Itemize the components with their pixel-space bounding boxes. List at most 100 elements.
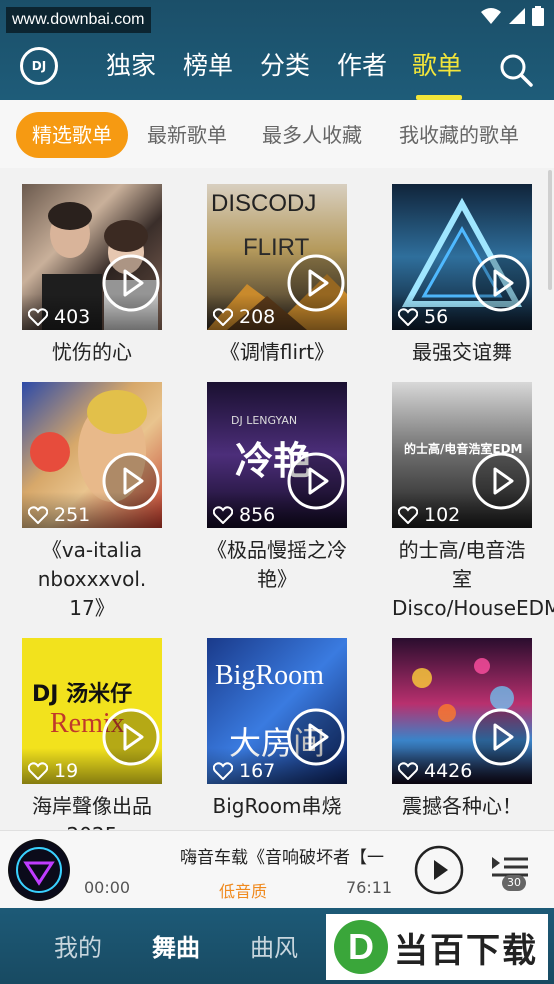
tab-authors[interactable]: 作者 bbox=[337, 48, 387, 84]
app-header: www.downbai.com DJ 独家 榜单 分类 作者 歌单 bbox=[0, 0, 554, 100]
likes-value: 4426 bbox=[424, 760, 473, 782]
heart-icon bbox=[398, 308, 418, 326]
likes-count: 102 bbox=[398, 504, 460, 526]
playlist-cover[interactable]: 403 bbox=[22, 184, 162, 330]
subtab-featured[interactable]: 精选歌单 bbox=[16, 112, 128, 158]
heart-icon bbox=[213, 506, 233, 524]
heart-icon bbox=[28, 762, 48, 780]
likes-count: 4426 bbox=[398, 760, 472, 782]
playlist-title[interactable]: BigRoom串烧 bbox=[207, 792, 347, 821]
playlist-grid: 403 忧伤的心 DISCODJ FLIRT 208 《调情flirt》 56 … bbox=[0, 168, 554, 830]
playlist-cover[interactable]: 的士高/电音浩室EDM 102 bbox=[392, 382, 532, 528]
playlist-title[interactable]: 《va-italia nboxxxvol. 17》 bbox=[22, 536, 162, 623]
subtab-latest[interactable]: 最新歌单 bbox=[147, 112, 227, 158]
status-icons bbox=[480, 6, 544, 26]
playlist-cover[interactable]: 251 bbox=[22, 382, 162, 528]
likes-value: 167 bbox=[239, 760, 276, 782]
playlist-card[interactable]: 403 忧伤的心 bbox=[22, 184, 162, 367]
playlist-card[interactable]: DJ 汤米仔 Remix 19 海岸聲像出品2025 bbox=[22, 638, 162, 830]
playlist-card[interactable]: 4426 震撼各种心！ bbox=[392, 638, 532, 821]
cover-text-top: DJ 汤米仔 bbox=[32, 682, 133, 707]
tab-charts[interactable]: 榜单 bbox=[183, 48, 233, 84]
likes-count: 56 bbox=[398, 306, 448, 328]
top-nav: DJ 独家 榜单 分类 作者 歌单 bbox=[0, 40, 554, 100]
likes-count: 403 bbox=[28, 306, 90, 328]
playlist-title[interactable]: 忧伤的心 bbox=[22, 338, 162, 367]
playlist-card[interactable]: DJ LENGYAN 冷艳 856 《极品慢摇之冷艳》 bbox=[207, 382, 347, 594]
mini-player[interactable]: 嗨音车载《音响破坏者【一 00:00 低音质 76:11 30 bbox=[0, 830, 554, 908]
bottom-nav: 我的 舞曲 曲风 D 当百下载 bbox=[0, 908, 554, 984]
heart-icon bbox=[28, 308, 48, 326]
queue-count-badge: 30 bbox=[502, 875, 526, 891]
playlist-title[interactable]: 的士高/电音浩室Disco/HouseEDM bbox=[392, 536, 554, 623]
play-icon[interactable] bbox=[102, 452, 160, 510]
likes-count: 251 bbox=[28, 504, 90, 526]
brand-watermark: D 当百下载 bbox=[326, 914, 548, 980]
playlist-card[interactable]: DISCODJ FLIRT 208 《调情flirt》 bbox=[207, 184, 347, 367]
heart-icon bbox=[398, 762, 418, 780]
likes-count: 19 bbox=[28, 760, 78, 782]
tab-playlists[interactable]: 歌单 bbox=[412, 48, 462, 84]
cover-text-top: BigRoom bbox=[215, 660, 324, 691]
likes-count: 208 bbox=[213, 306, 275, 328]
signal-icon bbox=[509, 8, 525, 24]
play-icon[interactable] bbox=[287, 452, 345, 510]
playlist-cover[interactable]: DJ LENGYAN 冷艳 856 bbox=[207, 382, 347, 528]
playlist-cover[interactable]: DISCODJ FLIRT 208 bbox=[207, 184, 347, 330]
track-title[interactable]: 嗨音车载《音响破坏者【一 bbox=[180, 843, 400, 868]
playlist-title[interactable]: 震撼各种心！ bbox=[392, 792, 532, 821]
playlist-cover[interactable]: DJ 汤米仔 Remix 19 bbox=[22, 638, 162, 784]
play-icon[interactable] bbox=[102, 708, 160, 766]
playlist-cover[interactable]: BigRoom 大房间 167 bbox=[207, 638, 347, 784]
heart-icon bbox=[398, 506, 418, 524]
subtab-my-favorites[interactable]: 我收藏的歌单 bbox=[399, 112, 519, 158]
tab-categories[interactable]: 分类 bbox=[260, 48, 310, 84]
album-disc[interactable] bbox=[8, 839, 70, 901]
playlist-title[interactable]: 海岸聲像出品2025 bbox=[22, 792, 162, 830]
playlist-cover[interactable]: 56 bbox=[392, 184, 532, 330]
time-total: 76:11 bbox=[346, 878, 393, 897]
battery-icon bbox=[532, 6, 544, 26]
search-icon[interactable] bbox=[498, 52, 534, 88]
play-icon[interactable] bbox=[287, 254, 345, 312]
play-icon[interactable] bbox=[472, 708, 530, 766]
likes-value: 56 bbox=[424, 306, 449, 328]
likes-value: 102 bbox=[424, 504, 461, 526]
scrollbar[interactable] bbox=[548, 170, 552, 290]
playlist-cover[interactable]: 4426 bbox=[392, 638, 532, 784]
playlist-title[interactable]: 《调情flirt》 bbox=[207, 338, 347, 367]
playlist-title[interactable]: 最强交谊舞 bbox=[392, 338, 532, 367]
brand-text: 当百下载 bbox=[394, 930, 538, 971]
dj-logo-icon[interactable]: DJ bbox=[20, 47, 58, 85]
watermark: www.downbai.com bbox=[6, 7, 151, 33]
play-icon[interactable] bbox=[472, 254, 530, 312]
bottom-tab-style[interactable]: 曲风 bbox=[250, 928, 298, 963]
likes-value: 19 bbox=[54, 760, 79, 782]
likes-count: 167 bbox=[213, 760, 275, 782]
likes-value: 403 bbox=[54, 306, 91, 328]
wifi-icon bbox=[481, 8, 501, 24]
heart-icon bbox=[28, 506, 48, 524]
likes-count: 856 bbox=[213, 504, 275, 526]
playlist-card[interactable]: BigRoom 大房间 167 BigRoom串烧 bbox=[207, 638, 347, 821]
play-icon[interactable] bbox=[287, 708, 345, 766]
playlist-subtabs: 精选歌单 最新歌单 最多人收藏 我收藏的歌单 bbox=[0, 100, 554, 168]
cover-text-top: DJ LENGYAN bbox=[231, 414, 298, 427]
playlist-title[interactable]: 《极品慢摇之冷艳》 bbox=[207, 536, 347, 594]
play-icon[interactable] bbox=[102, 254, 160, 312]
playlist-card[interactable]: 56 最强交谊舞 bbox=[392, 184, 532, 367]
likes-value: 251 bbox=[54, 504, 91, 526]
play-icon[interactable] bbox=[414, 845, 464, 895]
quality-toggle[interactable]: 低音质 bbox=[219, 878, 267, 902]
heart-icon bbox=[213, 308, 233, 326]
playlist-card[interactable]: 251 《va-italia nboxxxvol. 17》 bbox=[22, 382, 162, 623]
disc-artwork bbox=[9, 840, 69, 900]
heart-icon bbox=[213, 762, 233, 780]
subtab-most-favorited[interactable]: 最多人收藏 bbox=[262, 112, 362, 158]
play-icon[interactable] bbox=[472, 452, 530, 510]
time-current: 00:00 bbox=[84, 878, 131, 897]
playlist-card[interactable]: 的士高/电音浩室EDM 102 的士高/电音浩室Disco/HouseEDM bbox=[392, 382, 554, 623]
tab-exclusive[interactable]: 独家 bbox=[106, 48, 156, 84]
bottom-tab-dance[interactable]: 舞曲 bbox=[152, 928, 200, 963]
bottom-tab-mine[interactable]: 我的 bbox=[54, 928, 102, 963]
